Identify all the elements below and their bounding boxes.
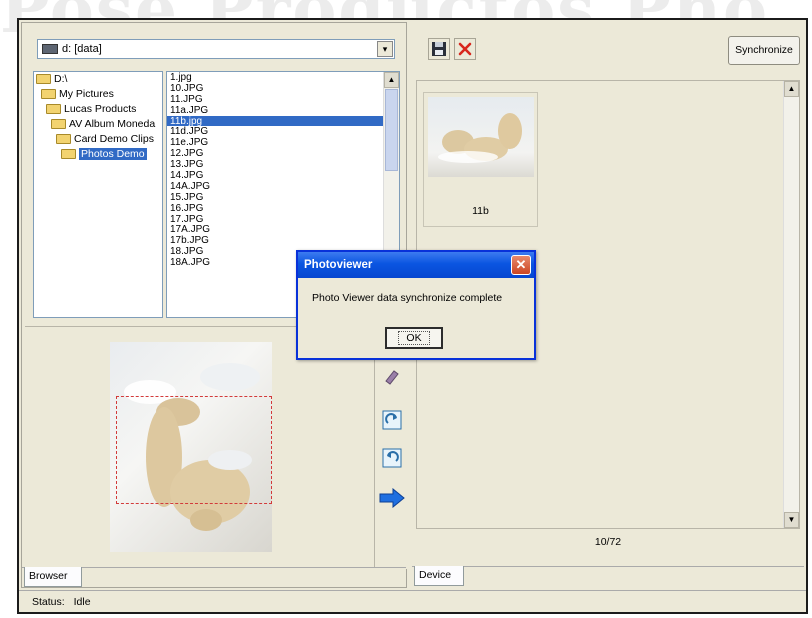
drive-label: d: [data] xyxy=(62,43,102,55)
file-list-item[interactable]: 15.JPG xyxy=(167,192,399,203)
tree-item-root[interactable]: D:\ xyxy=(34,72,162,87)
tab-browser[interactable]: Browser xyxy=(24,567,82,587)
browser-tabbar: Browser xyxy=(22,567,406,590)
drive-icon xyxy=(42,44,58,54)
thumbnail-image xyxy=(428,97,534,177)
status-bar: Status: Idle xyxy=(19,590,806,612)
tab-device[interactable]: Device xyxy=(414,566,464,586)
thumbnail-card[interactable]: 11b xyxy=(423,92,538,227)
dialog-message: Photo Viewer data synchronize complete xyxy=(312,292,503,304)
dialog-title: Photoviewer xyxy=(298,252,534,278)
thumbnail-label: 11b xyxy=(472,205,489,217)
device-tabbar: Device xyxy=(412,566,804,589)
edit-toolbar xyxy=(374,326,408,568)
ok-button[interactable]: OK xyxy=(385,327,443,349)
file-list-item[interactable]: 17b.JPG xyxy=(167,235,399,246)
drive-select[interactable]: d: [data] ▾ xyxy=(37,39,395,59)
tree-item-card-demo-clips[interactable]: Card Demo Clips xyxy=(34,132,162,147)
folder-tree[interactable]: D:\ My Pictures Lucas Products AV Album … xyxy=(33,71,163,318)
chevron-down-icon[interactable]: ▾ xyxy=(377,41,393,57)
file-list-item[interactable]: 13.JPG xyxy=(167,159,399,170)
file-list-item[interactable]: 17A.JPG xyxy=(167,224,399,236)
tree-item-lucas-products[interactable]: Lucas Products xyxy=(34,102,162,117)
device-scrollbar[interactable]: ▲ ▼ xyxy=(783,81,799,528)
crop-selection[interactable] xyxy=(116,396,272,504)
folder-icon xyxy=(46,104,61,115)
file-list-item[interactable]: 17.JPG xyxy=(167,214,399,225)
folder-icon xyxy=(51,119,66,130)
tree-item-photos-demo[interactable]: Photos Demo xyxy=(34,147,162,162)
folder-icon xyxy=(41,89,56,100)
status-value: Idle xyxy=(73,596,91,608)
file-list-item[interactable]: 1.jpg xyxy=(167,72,399,83)
file-list-item[interactable]: 14.JPG xyxy=(167,170,399,181)
synchronize-button[interactable]: Synchronize xyxy=(728,36,800,65)
rotate-right-icon[interactable] xyxy=(382,410,402,430)
open-folder-icon xyxy=(61,149,76,160)
eraser-icon[interactable] xyxy=(382,366,402,386)
scroll-thumb[interactable] xyxy=(385,89,398,171)
rotate-left-icon[interactable] xyxy=(382,448,402,468)
file-list-item[interactable]: 10.JPG xyxy=(167,83,399,94)
photoviewer-dialog: Photoviewer ✕ Photo Viewer data synchron… xyxy=(296,250,536,360)
file-list-item[interactable]: 11e.JPG xyxy=(167,137,399,148)
scroll-up-icon[interactable]: ▲ xyxy=(384,72,399,88)
blue-arrow-right-icon[interactable] xyxy=(379,487,405,509)
photo-counter: 10/72 xyxy=(594,536,622,548)
red-x-icon[interactable] xyxy=(454,38,476,60)
photo-preview xyxy=(25,326,408,569)
folder-icon xyxy=(56,134,71,145)
photo-sync-app: d: [data] ▾ D:\ My Pictures Lucas Produc… xyxy=(17,18,808,614)
scroll-up-icon[interactable]: ▲ xyxy=(784,81,799,97)
preview-image xyxy=(110,342,272,552)
file-list-item[interactable]: 11a.JPG xyxy=(167,105,399,116)
floppy-disk-icon[interactable] xyxy=(428,38,450,60)
status-label: Status: xyxy=(32,596,65,608)
scroll-down-icon[interactable]: ▼ xyxy=(784,512,799,528)
ok-label: OK xyxy=(398,331,430,345)
file-list-item[interactable]: 11d.JPG xyxy=(167,126,399,138)
close-icon[interactable]: ✕ xyxy=(511,255,531,275)
folder-icon xyxy=(36,74,51,85)
file-list-item[interactable]: 11b.jpg xyxy=(167,115,399,127)
file-list-item[interactable]: 16.JPG xyxy=(167,203,399,214)
file-list-item[interactable]: 14A.JPG xyxy=(167,181,399,192)
file-list-item[interactable]: 11.JPG xyxy=(167,94,399,105)
tree-item-my-pictures[interactable]: My Pictures xyxy=(34,87,162,102)
file-list-item[interactable]: 12.JPG xyxy=(167,148,399,159)
tree-item-av-album[interactable]: AV Album Moneda xyxy=(34,117,162,132)
